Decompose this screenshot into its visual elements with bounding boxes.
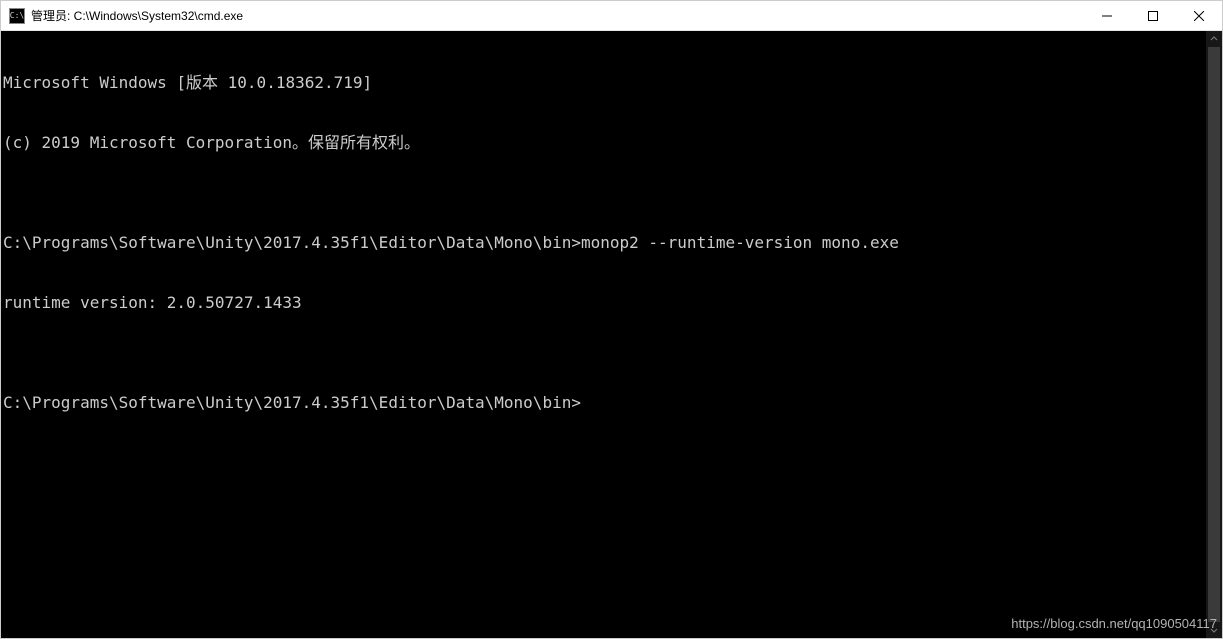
cursor	[581, 396, 589, 412]
terminal-line: runtime version: 2.0.50727.1433	[3, 293, 1206, 313]
vertical-scrollbar[interactable]	[1206, 31, 1222, 638]
terminal-prompt: C:\Programs\Software\Unity\2017.4.35f1\E…	[3, 393, 581, 412]
terminal-area: Microsoft Windows [版本 10.0.18362.719] (c…	[1, 31, 1222, 638]
window-title: 管理员: C:\Windows\System32\cmd.exe	[31, 7, 1084, 24]
scrollbar-thumb[interactable]	[1208, 47, 1220, 622]
maximize-button[interactable]	[1130, 1, 1176, 30]
cmd-window: C:\ 管理员: C:\Windows\System32\cmd.exe Mic…	[0, 0, 1223, 639]
scrollbar-up-button[interactable]	[1206, 31, 1222, 47]
watermark: https://blog.csdn.net/qq1090504117	[1011, 616, 1217, 631]
chevron-up-icon	[1210, 35, 1218, 43]
terminal-line: C:\Programs\Software\Unity\2017.4.35f1\E…	[3, 233, 1206, 253]
terminal-line: (c) 2019 Microsoft Corporation。保留所有权利。	[3, 133, 1206, 153]
window-controls	[1084, 1, 1222, 30]
terminal-content[interactable]: Microsoft Windows [版本 10.0.18362.719] (c…	[1, 31, 1206, 638]
cmd-icon-label: C:\	[10, 12, 24, 20]
minimize-button[interactable]	[1084, 1, 1130, 30]
terminal-prompt-line: C:\Programs\Software\Unity\2017.4.35f1\E…	[3, 393, 1206, 413]
cmd-icon: C:\	[9, 8, 25, 24]
maximize-icon	[1148, 11, 1158, 21]
close-button[interactable]	[1176, 1, 1222, 30]
terminal-line: Microsoft Windows [版本 10.0.18362.719]	[3, 73, 1206, 93]
scrollbar-track[interactable]	[1206, 47, 1222, 622]
close-icon	[1194, 11, 1204, 21]
titlebar: C:\ 管理员: C:\Windows\System32\cmd.exe	[1, 1, 1222, 31]
minimize-icon	[1102, 11, 1112, 21]
